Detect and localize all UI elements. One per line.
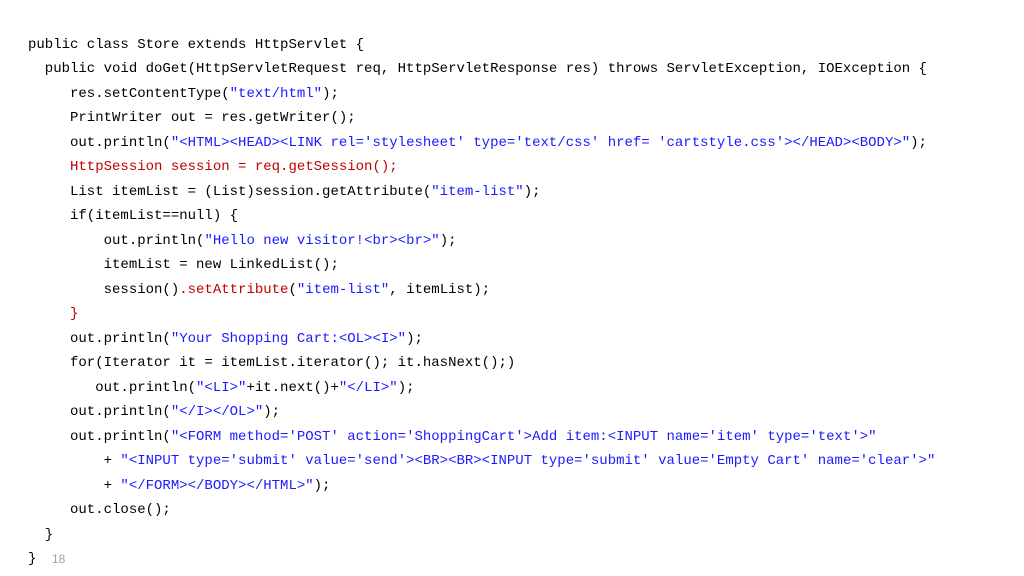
code-block: public class Store extends HttpServlet {… bbox=[0, 0, 1024, 572]
string-literal: "<LI>" bbox=[196, 380, 246, 396]
page-number: 18 bbox=[52, 549, 65, 570]
code-text: res.setContentType( bbox=[28, 86, 230, 102]
code-text: out.println( bbox=[28, 135, 171, 151]
code-line: } bbox=[28, 527, 53, 543]
code-text: out.println( bbox=[28, 429, 171, 445]
code-line: PrintWriter out = res.getWriter(); bbox=[28, 110, 356, 126]
code-line: if(itemList==null) { bbox=[28, 208, 238, 224]
code-text: out.println( bbox=[28, 331, 171, 347]
code-text: out.println( bbox=[28, 404, 171, 420]
string-literal: "item-list" bbox=[431, 184, 523, 200]
code-line: public void doGet(HttpServletRequest req… bbox=[28, 61, 927, 77]
code-line: itemList = new LinkedList(); bbox=[28, 257, 339, 273]
code-text: ); bbox=[440, 233, 457, 249]
string-literal: "Your Shopping Cart:<OL><I>" bbox=[171, 331, 406, 347]
string-literal: "</FORM></BODY></HTML>" bbox=[120, 478, 313, 494]
string-literal: "text/html" bbox=[230, 86, 322, 102]
string-literal: "<FORM method='POST' action='ShoppingCar… bbox=[171, 429, 877, 445]
code-text: ); bbox=[524, 184, 541, 200]
code-text: + bbox=[28, 453, 120, 469]
code-text: List itemList = (List)session.getAttribu… bbox=[28, 184, 431, 200]
code-text: +it.next()+ bbox=[246, 380, 338, 396]
string-literal: "</LI>" bbox=[339, 380, 398, 396]
code-text: , itemList); bbox=[389, 282, 490, 298]
code-line: } bbox=[28, 306, 78, 322]
highlighted-line: HttpSession session = req.getSession(); bbox=[28, 159, 398, 175]
code-text: session() bbox=[28, 282, 179, 298]
code-text: ); bbox=[314, 478, 331, 494]
code-line: } bbox=[28, 551, 36, 567]
code-text: ); bbox=[322, 86, 339, 102]
string-literal: "Hello new visitor!<br><br>" bbox=[204, 233, 439, 249]
code-text: out.println( bbox=[28, 233, 204, 249]
code-line: for(Iterator it = itemList.iterator(); i… bbox=[28, 355, 515, 371]
code-line: public class Store extends HttpServlet { bbox=[28, 37, 364, 53]
string-literal: "item-list" bbox=[297, 282, 389, 298]
string-literal: "<INPUT type='submit' value='send'><BR><… bbox=[120, 453, 935, 469]
code-text: ( bbox=[288, 282, 296, 298]
code-text: + bbox=[28, 478, 120, 494]
code-text: ); bbox=[406, 331, 423, 347]
code-text: ); bbox=[263, 404, 280, 420]
string-literal: "</I></OL>" bbox=[171, 404, 263, 420]
code-text: ); bbox=[910, 135, 927, 151]
string-literal: "<HTML><HEAD><LINK rel='stylesheet' type… bbox=[171, 135, 910, 151]
code-line: out.close(); bbox=[28, 502, 171, 518]
highlighted-method: .setAttribute bbox=[179, 282, 288, 298]
code-text: ); bbox=[398, 380, 415, 396]
code-text: out.println( bbox=[28, 380, 196, 396]
